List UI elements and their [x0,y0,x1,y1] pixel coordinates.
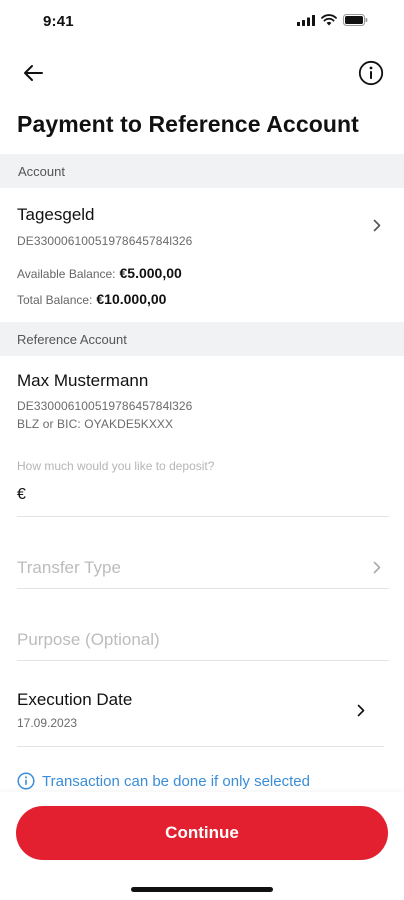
available-balance-label: Available Balance: [17,267,116,281]
deposit-amount-field[interactable]: How much would you like to deposit? € [0,452,404,516]
divider [17,746,384,747]
account-selector[interactable]: Tagesgeld DE33000610051978645784l326 [0,196,404,256]
info-icon [358,60,384,86]
nav-header [0,52,404,92]
purpose-input[interactable]: Purpose (Optional) [0,617,404,659]
divider [17,588,389,589]
total-balance: Total Balance: €10.000,00 [17,291,166,307]
info-button[interactable] [356,58,386,88]
chevron-right-icon [354,703,368,717]
back-button[interactable] [18,58,48,88]
reference-name: Max Mustermann [17,371,149,390]
purpose-placeholder: Purpose (Optional) [17,630,160,649]
execution-date-label: Execution Date [17,690,133,709]
reference-section-label: Reference Account [17,332,127,347]
home-indicator [131,887,273,892]
account-section-header: Account [0,154,404,188]
currency-symbol: € [17,486,26,503]
chevron-right-icon [370,218,384,232]
arrow-left-icon [24,65,43,81]
continue-button[interactable]: Continue [16,806,388,860]
status-time: 9:41 [43,13,74,30]
total-balance-value: €10.000,00 [96,291,167,307]
account-iban: DE33000610051978645784l326 [17,234,193,248]
chevron-right-icon [370,560,384,574]
execution-date-value: 17.09.2023 [17,716,78,730]
reference-section-header: Reference Account [0,322,404,356]
status-icons [297,14,368,26]
wifi-icon [321,14,337,26]
available-balance-value: €5.000,00 [119,265,182,281]
reference-iban: DE33000610051978645784l326 [17,399,193,413]
transfer-type-selector[interactable]: Transfer Type [0,545,404,587]
page-title: Payment to Reference Account [17,111,359,137]
available-balance: Available Balance: €5.000,00 [17,265,182,281]
reference-bic: BLZ or BIC: OYAKDE5KXXX [17,417,174,431]
account-name: Tagesgeld [17,205,95,224]
battery-icon [343,14,368,26]
info-note: Transaction can be done if only selected [17,772,310,790]
info-circle-icon [17,772,35,790]
transfer-type-placeholder: Transfer Type [17,558,121,577]
total-balance-label: Total Balance: [17,293,93,307]
info-note-text: Transaction can be done if only selected [42,772,310,790]
account-section-label: Account [18,164,65,179]
status-bar: 9:41 [0,0,404,44]
divider [17,516,389,517]
divider [17,660,389,661]
deposit-label: How much would you like to deposit? [17,459,215,473]
cellular-signal-icon [297,14,315,26]
